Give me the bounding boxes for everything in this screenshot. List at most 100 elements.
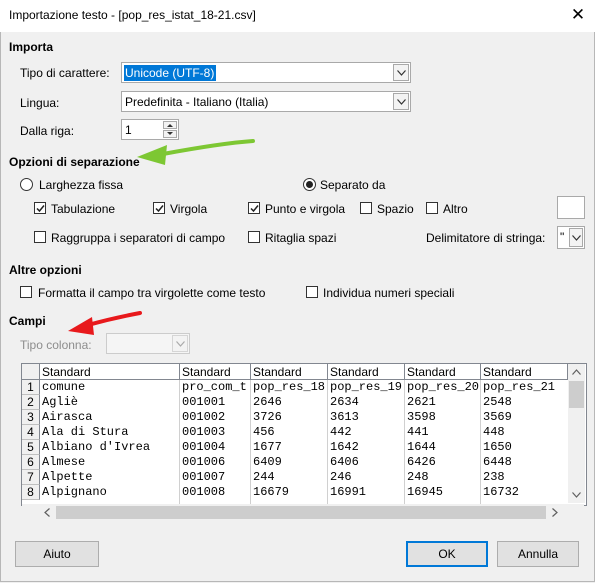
grid-cell[interactable]: 448 [483,425,567,440]
grid-cell[interactable]: 1677 [253,440,327,455]
green-arrow-icon [137,139,255,165]
grid-cell[interactable]: 3613 [330,410,404,425]
other-checkbox[interactable] [426,202,438,214]
grid-cell[interactable]: 16945 [407,485,480,500]
column-divider [250,380,251,505]
grid-cell[interactable]: Ala di Stura [42,425,179,440]
ok-button[interactable]: OK [406,541,488,567]
string-delimiter-select[interactable]: " [557,226,585,249]
separation-heading: Opzioni di separazione [9,155,140,169]
language-select[interactable]: Predefinita - Italiano (Italia) [121,91,411,112]
grid-cell[interactable]: pop_res_18 [253,380,327,395]
charset-select[interactable]: Unicode (UTF-8) [121,62,411,83]
grid-cell[interactable]: 3598 [407,410,480,425]
grid-cell[interactable]: pop_res_19 [330,380,404,395]
grid-cell[interactable]: 248 [407,470,480,485]
cancel-button[interactable]: Annulla [497,541,579,567]
grid-cell[interactable]: 001002 [182,410,250,425]
grid-cell[interactable]: pop_res_20 [407,380,480,395]
grid-cell[interactable]: 441 [407,425,480,440]
grid-cell[interactable]: 1642 [330,440,404,455]
grid-cell[interactable]: Alpette [42,470,179,485]
grid-cell[interactable]: pro_com_t [182,380,250,395]
grid-cell[interactable]: 001001 [182,395,250,410]
grid-cell[interactable]: 1644 [407,440,480,455]
grid-cell[interactable]: 16991 [330,485,404,500]
language-value: Predefinita - Italiano (Italia) [125,95,269,109]
help-button[interactable]: Aiuto [15,541,99,567]
column-header[interactable]: Standard [481,364,568,380]
grid-cell[interactable]: 246 [330,470,404,485]
detect-special-numbers-label: Individua numeri speciali [323,286,455,300]
row-number: 3 [22,410,40,425]
comma-checkbox[interactable] [153,202,165,214]
grid-cell[interactable]: 6406 [330,455,404,470]
importa-heading: Importa [9,40,54,54]
merge-delimiters-checkbox[interactable] [34,231,46,243]
preview-grid[interactable]: Standard Standard Standard Standard Stan… [21,363,587,506]
semicolon-checkbox[interactable] [248,202,260,214]
trim-spaces-checkbox[interactable] [248,231,260,243]
scroll-thumb[interactable] [569,381,584,408]
fields-heading: Campi [9,314,46,328]
grid-cell[interactable]: 6409 [253,455,327,470]
grid-cell[interactable]: 2621 [407,395,480,410]
grid-cell[interactable]: 6448 [483,455,567,470]
grid-cell[interactable]: 442 [330,425,404,440]
close-icon[interactable]: ✕ [566,4,590,26]
grid-cell[interactable]: 001006 [182,455,250,470]
column-type-select[interactable] [106,333,190,354]
grid-cell[interactable]: 16679 [253,485,327,500]
grid-cell[interactable]: 2646 [253,395,327,410]
grid-cell[interactable]: 3726 [253,410,327,425]
column-header[interactable]: Standard [405,364,481,380]
chevron-down-icon[interactable] [393,64,409,81]
space-checkbox[interactable] [360,202,372,214]
grid-cell[interactable]: 2634 [330,395,404,410]
grid-cell[interactable]: Airasca [42,410,179,425]
chevron-down-icon[interactable] [569,228,583,247]
grid-cell[interactable]: Agliè [42,395,179,410]
column-header[interactable]: Standard [40,364,180,380]
grid-cell[interactable]: 2548 [483,395,567,410]
charset-label: Tipo di carattere: [20,66,110,80]
grid-cell[interactable]: Alpignano [42,485,179,500]
scroll-thumb[interactable] [56,506,546,519]
grid-cell[interactable]: 6426 [407,455,480,470]
other-separator-input[interactable] [557,196,585,219]
scroll-left-icon [44,508,50,517]
string-delimiter-value: " [560,230,565,244]
vertical-scrollbar[interactable] [568,364,585,503]
column-divider [179,380,180,505]
column-header[interactable]: Standard [328,364,405,380]
chevron-down-icon[interactable] [172,335,188,352]
chevron-down-icon[interactable] [393,93,409,110]
checkmark-icon [155,205,164,213]
grid-cell[interactable]: 001003 [182,425,250,440]
grid-cell[interactable]: 16732 [483,485,567,500]
column-header[interactable]: Standard [180,364,251,380]
scroll-up-icon [572,369,581,375]
grid-cell[interactable]: 456 [253,425,327,440]
grid-cell[interactable]: 238 [483,470,567,485]
column-header[interactable]: Standard [251,364,328,380]
grid-cell[interactable]: Almese [42,455,179,470]
grid-cell[interactable]: 3569 [483,410,567,425]
separated-by-radio[interactable] [303,178,316,191]
horizontal-scrollbar[interactable] [22,504,584,521]
grid-cell[interactable]: 001004 [182,440,250,455]
quoted-as-text-checkbox[interactable] [20,286,32,298]
grid-cell[interactable]: pop_res_21 [483,380,567,395]
grid-cell[interactable]: 244 [253,470,327,485]
grid-cell[interactable]: 001008 [182,485,250,500]
detect-special-numbers-checkbox[interactable] [306,286,318,298]
spin-up-icon[interactable] [163,121,177,129]
grid-cell[interactable]: Albiano d'Ivrea [42,440,179,455]
row-number: 7 [22,470,40,485]
fixed-width-radio[interactable] [20,178,33,191]
column-type-label: Tipo colonna: [20,338,92,352]
grid-cell[interactable]: comune [42,380,179,395]
tab-checkbox[interactable] [34,202,46,214]
grid-cell[interactable]: 001007 [182,470,250,485]
grid-cell[interactable]: 1650 [483,440,567,455]
